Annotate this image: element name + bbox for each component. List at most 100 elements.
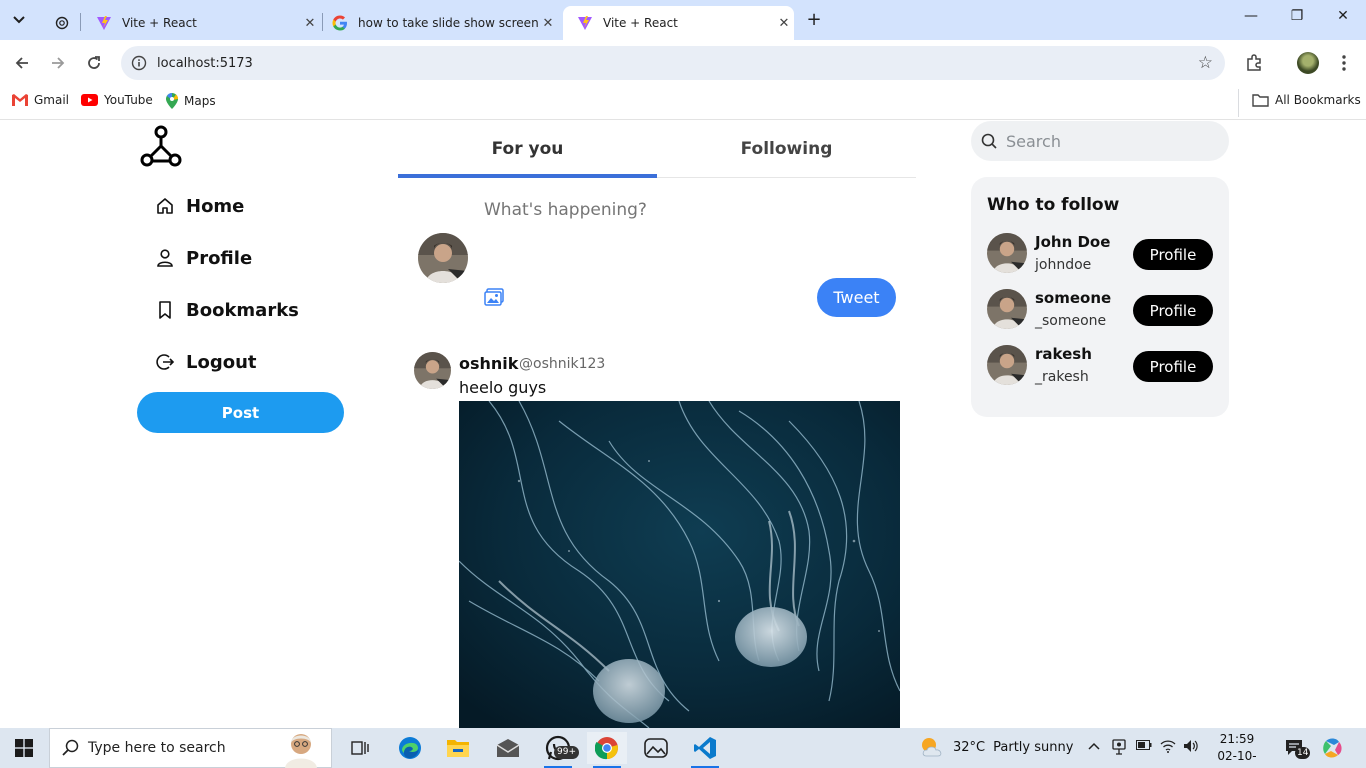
more-menu-icon[interactable]	[1333, 52, 1355, 74]
search-input[interactable]	[1006, 131, 1206, 151]
home-icon	[154, 195, 176, 217]
close-tab-icon[interactable]: ✕	[538, 16, 558, 31]
search-box[interactable]	[971, 121, 1229, 161]
bookmark-maps[interactable]: Maps	[166, 93, 216, 109]
taskbar-search-placeholder: Type here to search	[88, 740, 226, 756]
tray-chevron-up-icon[interactable]	[1088, 739, 1100, 754]
compose-avatar	[418, 233, 468, 283]
post-avatar[interactable]	[414, 352, 451, 389]
tab-title: Vite + React	[122, 16, 197, 30]
tab-vite-react-active[interactable]: Vite + React ✕	[563, 6, 794, 40]
new-tab-icon[interactable]: +	[803, 9, 825, 31]
compose-input[interactable]	[484, 200, 884, 220]
nav-logout[interactable]: Logout	[154, 351, 257, 373]
bookmarks-divider	[1238, 89, 1239, 117]
nav-label: Bookmarks	[186, 299, 299, 321]
forward-icon[interactable]	[45, 50, 71, 76]
wifi-icon[interactable]	[1160, 739, 1176, 757]
mail-icon[interactable]	[488, 732, 528, 764]
close-tab-icon[interactable]: ✕	[774, 16, 794, 31]
tab-label: For you	[491, 139, 564, 159]
whatsapp-icon[interactable]: 99+	[538, 732, 579, 768]
profile-button[interactable]: Profile	[1133, 295, 1213, 326]
tab-separator	[80, 13, 81, 31]
weather-widget[interactable]: 32°C Partly sunny	[919, 736, 1073, 758]
post-image-jellyfish	[459, 401, 900, 728]
tab-title: Vite + React	[603, 16, 678, 30]
bookmark-label: YouTube	[104, 93, 153, 107]
youtube-icon	[81, 94, 98, 106]
back-icon[interactable]	[9, 50, 35, 76]
tab-title: how to take slide show screensh	[358, 16, 538, 30]
bookmark-youtube[interactable]: YouTube	[81, 93, 153, 107]
profile-button[interactable]: Profile	[1133, 239, 1213, 270]
tab-chatgpt[interactable]	[40, 6, 80, 40]
restore-icon[interactable]: ❐	[1274, 8, 1320, 24]
active-tab-underline	[398, 174, 657, 178]
notification-count: 14	[1295, 747, 1311, 759]
profile-button[interactable]: Profile	[1133, 351, 1213, 382]
volume-icon[interactable]	[1183, 739, 1199, 757]
suggestion-name: John Doe	[1035, 233, 1111, 251]
bookmark-star-icon[interactable]: ☆	[1198, 53, 1213, 73]
nav-label: Home	[186, 195, 245, 217]
browser-tabstrip: Vite + React ✕ how to take slide show sc…	[0, 0, 1366, 40]
who-to-follow-title: Who to follow	[987, 195, 1120, 215]
tab-for-you[interactable]: For you	[398, 121, 657, 178]
address-bar[interactable]: localhost:5173 ☆	[121, 46, 1225, 80]
edge-icon[interactable]	[390, 732, 430, 764]
photos-icon[interactable]	[636, 732, 676, 764]
profile-avatar[interactable]	[1297, 52, 1319, 74]
meet-now-icon[interactable]	[1112, 739, 1126, 759]
nav-bookmarks[interactable]: Bookmarks	[154, 299, 299, 321]
bookmark-label: Gmail	[34, 93, 70, 107]
search-highlight-icon	[285, 734, 317, 768]
avatar	[987, 345, 1027, 385]
minimize-icon[interactable]: —	[1228, 8, 1274, 24]
taskbar-search[interactable]: Type here to search	[49, 728, 332, 768]
post-text: heelo guys	[459, 378, 547, 397]
battery-icon[interactable]	[1136, 739, 1152, 754]
reload-icon[interactable]	[81, 50, 107, 76]
site-info-icon[interactable]	[130, 54, 148, 72]
suggestion-name: rakesh	[1035, 345, 1092, 363]
all-bookmarks[interactable]: All Bookmarks	[1252, 93, 1361, 107]
app-logo[interactable]	[139, 124, 183, 168]
vscode-icon[interactable]	[685, 732, 725, 768]
chrome-icon[interactable]	[587, 732, 627, 768]
tweet-button[interactable]: Tweet	[817, 278, 896, 317]
task-view-icon[interactable]	[340, 732, 380, 764]
close-tab-icon[interactable]: ✕	[300, 16, 320, 31]
bookmark-label: Maps	[184, 94, 216, 108]
tab-google-search[interactable]: how to take slide show screensh ✕	[318, 6, 558, 40]
follow-suggestion: rakesh _rakesh Profile	[987, 345, 1213, 387]
post-author-handle: @oshnik123	[519, 356, 606, 372]
bookmark-gmail[interactable]: Gmail	[12, 93, 69, 107]
follow-suggestion: John Doe johndoe Profile	[987, 233, 1213, 275]
bookmarks-bar: Gmail YouTube Maps All Bookmarks	[0, 86, 1366, 120]
bookmark-label: All Bookmarks	[1275, 93, 1361, 107]
nav-home[interactable]: Home	[154, 195, 244, 217]
extensions-icon[interactable]	[1243, 52, 1265, 74]
notifications-icon[interactable]: 14	[1284, 737, 1311, 761]
post-author-name[interactable]: oshnik	[459, 354, 518, 373]
maps-icon	[166, 93, 178, 109]
follow-suggestion: someone _someone Profile	[987, 289, 1213, 331]
avatar	[987, 289, 1027, 329]
windows-start-icon[interactable]	[0, 728, 48, 768]
tab-search-chevron-icon[interactable]	[6, 7, 32, 33]
windows-taskbar: Type here to search 99+ 32°C Partly sunn…	[0, 728, 1366, 768]
file-explorer-icon[interactable]	[438, 732, 478, 764]
browser-toolbar: localhost:5173 ☆	[0, 40, 1366, 86]
nav-profile[interactable]: Profile	[154, 247, 252, 269]
search-icon	[980, 132, 998, 150]
close-window-icon[interactable]: ✕	[1320, 8, 1366, 24]
copilot-icon[interactable]	[1322, 737, 1344, 763]
image-upload-icon[interactable]	[484, 288, 504, 306]
tab-vite-react-1[interactable]: Vite + React ✕	[82, 6, 320, 40]
suggestion-handle: johndoe	[1035, 257, 1092, 273]
taskbar-clock[interactable]: 21:59 02-10-2024	[1206, 731, 1268, 768]
partly-sunny-icon	[922, 738, 942, 757]
tab-following[interactable]: Following	[657, 121, 916, 177]
post-button[interactable]: Post	[137, 392, 344, 433]
